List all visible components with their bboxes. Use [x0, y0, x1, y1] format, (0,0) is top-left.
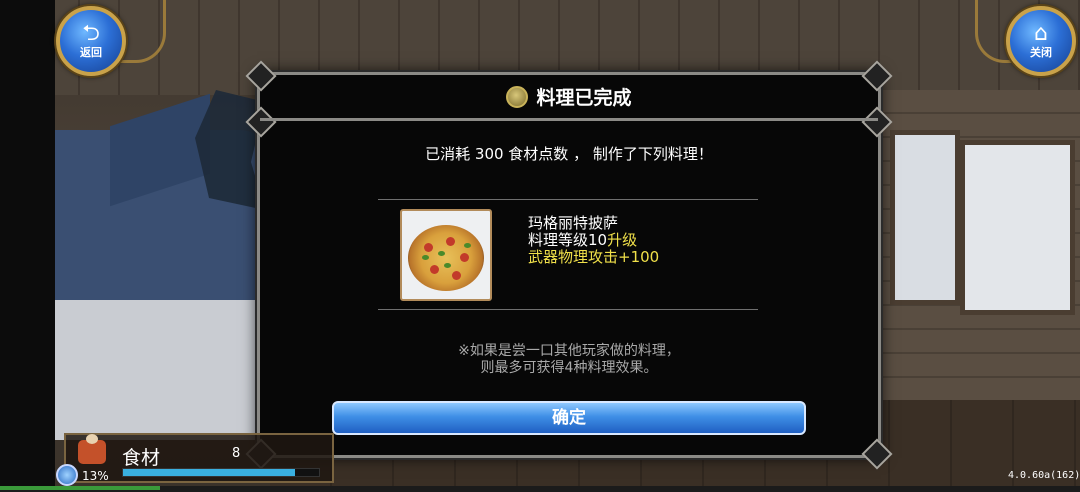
dish-thumbnail: [400, 209, 492, 301]
home-icon: ⌂: [1034, 21, 1048, 46]
ingredients-icon: [78, 434, 106, 464]
bottom-bar: [0, 486, 1080, 492]
dish-effect: 武器物理攻击+100: [528, 248, 660, 266]
pizza-icon: [408, 225, 484, 291]
divider-bottom: [378, 309, 758, 310]
divider-top: [378, 199, 758, 200]
dish-name: 玛格丽特披萨: [528, 214, 619, 232]
back-button[interactable]: ⮌ 返回: [56, 6, 126, 76]
cooking-note: ※如果是尝一口其他玩家做的料理， 则最多可获得4种料理效果。: [458, 343, 680, 376]
confirm-button[interactable]: 确定: [332, 401, 806, 435]
close-button[interactable]: ⌂ 关闭: [1006, 6, 1076, 76]
level-up-text: 升级: [607, 231, 638, 249]
dish-info: 玛格丽特披萨 料理等级10升级 武器物理攻击+100: [528, 215, 659, 266]
dish-level: 料理等级10升级: [528, 231, 638, 249]
ingredients-count: 8: [232, 446, 241, 461]
dialog-header: 料理已完成: [260, 75, 878, 121]
version-label: 4.0.60a(162): [1008, 470, 1080, 481]
close-label: 关闭: [1030, 46, 1052, 59]
screen-edge: [0, 0, 55, 492]
dialog-title: 料理已完成: [536, 87, 632, 109]
bottom-progress: [0, 486, 160, 490]
window-right: [960, 140, 1075, 315]
bed-sheet: [55, 300, 270, 440]
status-percent: 13%: [82, 469, 109, 483]
back-label: 返回: [80, 46, 102, 59]
back-arrow-icon: ⮌: [82, 21, 100, 46]
ingredients-bar-fill: [123, 469, 296, 476]
ingredients-label: 食材: [122, 447, 161, 469]
globe-icon[interactable]: [56, 464, 78, 486]
cooking-pot-icon: [506, 85, 529, 108]
window-left: [890, 130, 960, 305]
cooking-complete-dialog: 料理已完成 已消耗 300 食材点数 ， 制作了下列料理！ 玛格丽特披萨 料理等…: [245, 60, 893, 470]
ingredients-bar: [122, 468, 320, 477]
consumption-message: 已消耗 300 食材点数 ， 制作了下列料理！: [425, 145, 713, 163]
